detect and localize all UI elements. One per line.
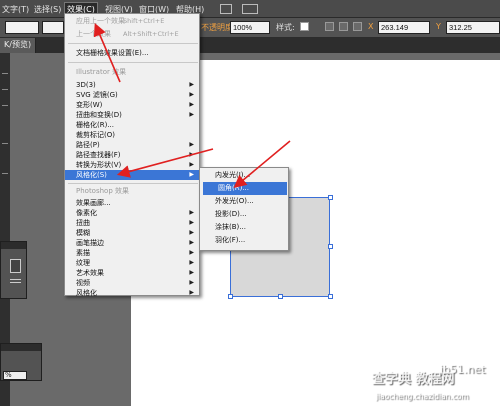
resize-handle[interactable]: [278, 294, 283, 299]
percent-field[interactable]: %: [3, 371, 27, 380]
menu-item-brush-strokes[interactable]: 画笔描边 ▶: [65, 238, 199, 248]
submenu-arrow-icon: ▶: [189, 91, 194, 98]
submenu-arrow-icon: ▶: [189, 111, 194, 118]
submenu-arrow-icon: ▶: [189, 81, 194, 88]
submenu-arrow-icon: ▶: [189, 151, 194, 158]
arrange-documents-icon[interactable]: [242, 4, 258, 14]
menu-item-warp[interactable]: 变形(W) ▶: [65, 100, 199, 110]
style-label: 样式:: [276, 23, 295, 32]
menu-item-last-effect[interactable]: 上一个效果 Alt+Shift+Ctrl+E: [65, 29, 199, 39]
align-icon[interactable]: [325, 22, 334, 31]
submenu-arrow-icon: ▶: [189, 269, 194, 276]
floating-panel: [0, 241, 27, 299]
opacity-label[interactable]: 不透明度: [201, 22, 233, 33]
bridge-icon[interactable]: [220, 4, 232, 14]
photoshop-effects-header: Photoshop 效果: [76, 187, 130, 195]
stylize-submenu: 内发光(I)... 圆角(R)... 外发光(O)... 投影(D)... 涂抹…: [199, 167, 289, 251]
effect-menu-dropdown: 应用上一个效果 Shift+Ctrl+E 上一个效果 Alt+Shift+Ctr…: [64, 13, 200, 298]
menu-item-artistic[interactable]: 艺术效果 ▶: [65, 268, 199, 278]
submenu-item-scribble[interactable]: 涂抹(B)...: [200, 221, 288, 234]
watermark: 查字典 教程网 jiaocheng.chazidian.com: [372, 368, 500, 406]
layer-icon[interactable]: [10, 259, 21, 273]
submenu-arrow-icon: ▶: [189, 249, 194, 256]
submenu-arrow-icon: ▶: [189, 279, 194, 286]
submenu-arrow-icon: ▶: [189, 161, 194, 168]
watermark-title: 查字典 教程网: [372, 372, 455, 387]
submenu-arrow-icon: ▶: [189, 259, 194, 266]
style-swatch[interactable]: [300, 22, 309, 31]
watermark-url: jiaocheng.chazidian.com: [376, 392, 469, 401]
menu-item-pathfinder[interactable]: 路径查找器(F) ▶: [65, 150, 199, 160]
menu-item-document-raster-settings[interactable]: 文档栅格效果设置(E)...: [65, 48, 199, 58]
stroke-weight-field[interactable]: [42, 21, 64, 34]
resize-handle[interactable]: [328, 195, 333, 200]
menu-item-path[interactable]: 路径(P) ▶: [65, 140, 199, 150]
submenu-arrow-icon: ▶: [189, 239, 194, 246]
resize-handle[interactable]: [328, 294, 333, 299]
menu-item-stylize[interactable]: 风格化(S) ▶: [65, 170, 199, 180]
illustrator-effects-header: Illustrator 效果: [76, 68, 127, 76]
opacity-input[interactable]: 100%: [230, 21, 270, 34]
stroke-field[interactable]: [5, 21, 39, 34]
y-coordinate-input[interactable]: 312.25: [446, 21, 500, 34]
menu-item-svg-filters[interactable]: SVG 滤镜(G) ▶: [65, 90, 199, 100]
document-tab[interactable]: K/预览): [0, 38, 37, 53]
submenu-item-drop-shadow[interactable]: 投影(D)...: [200, 208, 288, 221]
submenu-item-feather[interactable]: 羽化(F)...: [200, 234, 288, 247]
menu-select[interactable]: 选择(S): [32, 3, 63, 16]
submenu-item-inner-glow[interactable]: 内发光(I)...: [200, 169, 288, 182]
menu-item-apply-last-effect[interactable]: 应用上一个效果 Shift+Ctrl+E: [65, 16, 199, 26]
menu-item-crop-marks[interactable]: 裁剪标记(O): [65, 130, 199, 140]
bottom-panel: %: [0, 343, 42, 381]
resize-handle[interactable]: [228, 294, 233, 299]
menu-item-video[interactable]: 视频 ▶: [65, 278, 199, 288]
transform-icon[interactable]: [339, 22, 348, 31]
submenu-arrow-icon: ▶: [189, 229, 194, 236]
menu-item-blur[interactable]: 模糊 ▶: [65, 228, 199, 238]
x-coordinate-input[interactable]: 263.149: [378, 21, 430, 34]
menu-item-texture[interactable]: 纹理 ▶: [65, 258, 199, 268]
submenu-item-round-corners[interactable]: 圆角(R)...: [203, 182, 287, 195]
menu-item-3d[interactable]: 3D(3) ▶: [65, 80, 199, 90]
submenu-arrow-icon: ▶: [189, 171, 194, 178]
menu-item-rasterize[interactable]: 栅格化(R)...: [65, 120, 199, 130]
reference-point-icon[interactable]: [353, 22, 362, 31]
menu-item-distort-transform[interactable]: 扭曲和变换(D) ▶: [65, 110, 199, 120]
menu-item-sketch[interactable]: 素描 ▶: [65, 248, 199, 258]
submenu-arrow-icon: ▶: [189, 219, 194, 226]
menu-item-photoshop-stylize[interactable]: 风格化 ▶: [65, 288, 199, 298]
menu-item-effect-gallery[interactable]: 效果画廊...: [65, 198, 199, 208]
menu-text[interactable]: 文字(T): [0, 3, 31, 16]
submenu-arrow-icon: ▶: [189, 209, 194, 216]
submenu-arrow-icon: ▶: [189, 141, 194, 148]
resize-handle[interactable]: [328, 244, 333, 249]
submenu-arrow-icon: ▶: [189, 289, 194, 296]
menu-item-distort[interactable]: 扭曲 ▶: [65, 218, 199, 228]
menu-item-pixelate[interactable]: 像素化 ▶: [65, 208, 199, 218]
menu-item-convert-to-shape[interactable]: 转换为形状(V) ▶: [65, 160, 199, 170]
submenu-arrow-icon: ▶: [189, 101, 194, 108]
submenu-item-outer-glow[interactable]: 外发光(O)...: [200, 195, 288, 208]
